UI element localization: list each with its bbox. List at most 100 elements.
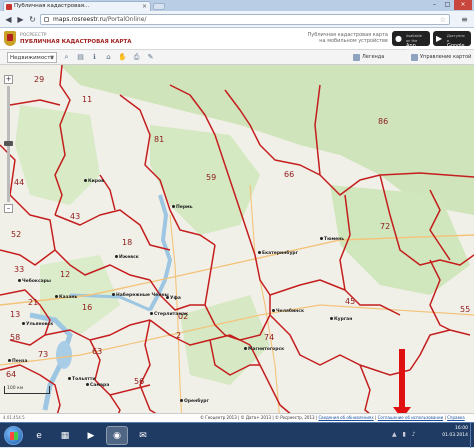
back-arrow-icon[interactable]: ◀ <box>3 14 14 25</box>
city-label: Екатеринбург <box>258 251 298 256</box>
manage-maps-icon <box>411 54 418 61</box>
file-explorer-taskbar-icon[interactable]: ▦ <box>54 426 76 445</box>
url-host: maps.rosreestr.ru <box>53 16 106 23</box>
copyright-text: © Геоцентр 2013 | © Дата+ 2013 | © Росре… <box>200 415 318 420</box>
region-number: 58 <box>10 333 21 342</box>
region-number: 16 <box>82 303 93 312</box>
region-number: 13 <box>10 310 21 319</box>
minimize-icon[interactable]: – <box>428 0 441 10</box>
google-play-icon: ▶ <box>436 34 443 43</box>
city-label: Самара <box>86 383 109 388</box>
layers-icon[interactable]: ▤ <box>76 53 85 62</box>
forward-arrow-icon[interactable]: ▶ <box>15 14 26 25</box>
browser-tab-bar: Публичная кадастровая... × – □ × <box>0 0 474 11</box>
app-store-button[interactable]: ● Available on the App Store <box>392 31 430 54</box>
zoom-out-button[interactable]: – <box>4 204 13 213</box>
manage-maps-button[interactable]: Управление картой <box>411 52 471 63</box>
browser-menu-icon[interactable]: ≡ <box>459 14 470 25</box>
site-header: РОСРЕЕСТР ПУБЛИЧНАЯ КАДАСТРОВАЯ КАРТА Пу… <box>0 28 474 54</box>
google-play-button[interactable]: ▶ Доступно в Google play <box>433 31 471 54</box>
terms-link[interactable]: Соглашение об использовании <box>378 415 444 420</box>
object-type-select[interactable]: Недвижимость ▼ <box>7 52 57 63</box>
start-button[interactable] <box>4 426 23 445</box>
city-label: Оренбург <box>180 399 209 404</box>
reload-icon[interactable]: ↻ <box>27 14 38 25</box>
region-number: 12 <box>60 270 71 279</box>
page-info-icon <box>44 17 49 22</box>
city-label: Набережные Челны <box>112 293 169 298</box>
home-icon[interactable]: ⌂ <box>104 53 113 62</box>
chevron-down-icon: ▼ <box>50 55 54 61</box>
measure-icon[interactable]: ✎ <box>146 53 155 62</box>
site-title[interactable]: ПУБЛИЧНАЯ КАДАСТРОВАЯ КАРТА <box>20 39 131 45</box>
zoom-slider-handle[interactable] <box>4 141 13 146</box>
region-number: 33 <box>14 265 25 274</box>
manage-maps-label: Управление картой <box>420 54 472 60</box>
browser-tab[interactable]: Публичная кадастровая... × <box>3 1 151 11</box>
city-label: Казань <box>55 295 77 300</box>
legend-label: Легенда <box>362 54 385 60</box>
map-scale-bar: 100 км <box>4 386 50 394</box>
city-label: Курган <box>330 317 352 322</box>
system-tray-icons[interactable]: ▲ ▮ ♪ <box>392 431 418 438</box>
region-number: 43 <box>70 212 81 221</box>
system-clock[interactable]: 16:00 01.03.2014 <box>442 425 468 439</box>
print-icon[interactable]: ⎙ <box>132 53 141 62</box>
chrome-taskbar-icon[interactable]: ◉ <box>106 426 128 445</box>
region-number: 59 <box>206 173 217 182</box>
city-label: Пермь <box>172 205 193 210</box>
city-label: Челябинск <box>272 309 304 314</box>
region-number: 63 <box>92 347 103 356</box>
region-number: 18 <box>122 238 133 247</box>
region-number: 64 <box>6 370 17 379</box>
show-desktop-button[interactable] <box>470 423 474 448</box>
map-toolbar: Недвижимость ▼ ⌕ ▤ ℹ ⌂ ✋ ⎙ ✎ Легенда Упр… <box>0 50 474 65</box>
clock-time: 16:00 <box>455 426 468 431</box>
zoom-control: + – <box>4 75 13 215</box>
city-label: Пенза <box>8 359 28 364</box>
region-number: 2 <box>176 331 182 340</box>
region-number: 29 <box>34 75 45 84</box>
mail-taskbar-icon[interactable]: ✉ <box>132 426 154 445</box>
maximize-icon[interactable]: □ <box>441 0 454 10</box>
region-number: 45 <box>345 297 356 306</box>
region-number: 56 <box>134 377 145 386</box>
version-label: 4.01.454.5 <box>3 415 25 420</box>
city-label: Уфа <box>166 296 181 301</box>
copyright-line: © Геоцентр 2013 | © Дата+ 2013 | © Росре… <box>200 415 465 420</box>
media-player-taskbar-icon[interactable]: ▶ <box>80 426 102 445</box>
city-label: Ульяновск <box>22 322 53 327</box>
tab-title: Публичная кадастровая... <box>14 3 90 9</box>
region-number: 73 <box>38 350 49 359</box>
identify-icon[interactable]: ℹ <box>90 53 99 62</box>
object-type-select-value: Недвижимость <box>10 55 54 61</box>
region-number: 52 <box>11 230 22 239</box>
region-number: 55 <box>460 305 471 314</box>
apple-icon: ● <box>395 34 402 43</box>
legend-icon <box>353 54 360 61</box>
url-field[interactable]: maps.rosreestr.ru/PortalOnline/ ☆ <box>40 14 450 25</box>
zoom-in-button[interactable]: + <box>4 75 13 84</box>
updates-link[interactable]: Сведения об обновлениях <box>318 415 373 420</box>
rosreestr-emblem-icon <box>4 31 16 46</box>
url-path: /PortalOnline/ <box>105 16 147 23</box>
internet-explorer-taskbar-icon[interactable]: e <box>28 426 50 445</box>
city-label: Киров <box>84 179 104 184</box>
search-icon[interactable]: ⌕ <box>62 53 71 62</box>
region-number: 86 <box>378 117 389 126</box>
bookmark-star-icon[interactable]: ☆ <box>440 15 446 25</box>
city-label: Магнитогорск <box>244 347 284 352</box>
region-number: 11 <box>82 95 93 104</box>
close-window-icon[interactable]: × <box>454 0 472 10</box>
city-label: Стерлитамак <box>150 312 188 317</box>
help-link[interactable]: Справка <box>447 415 465 420</box>
region-number: 21 <box>28 298 39 307</box>
map-canvas[interactable]: 29 11 86 81 59 66 44 18 02 52 43 21 12 1… <box>0 65 474 422</box>
address-toolbar: ◀ ▶ ↻ maps.rosreestr.ru/PortalOnline/ ☆ … <box>0 11 474 28</box>
new-tab-button[interactable] <box>153 3 165 10</box>
tab-close-icon[interactable]: × <box>142 2 147 11</box>
legend-button[interactable]: Легенда <box>353 52 384 63</box>
hand-icon[interactable]: ✋ <box>118 53 127 62</box>
windows-logo-icon <box>10 432 18 440</box>
city-label: Тольятти <box>68 377 96 382</box>
